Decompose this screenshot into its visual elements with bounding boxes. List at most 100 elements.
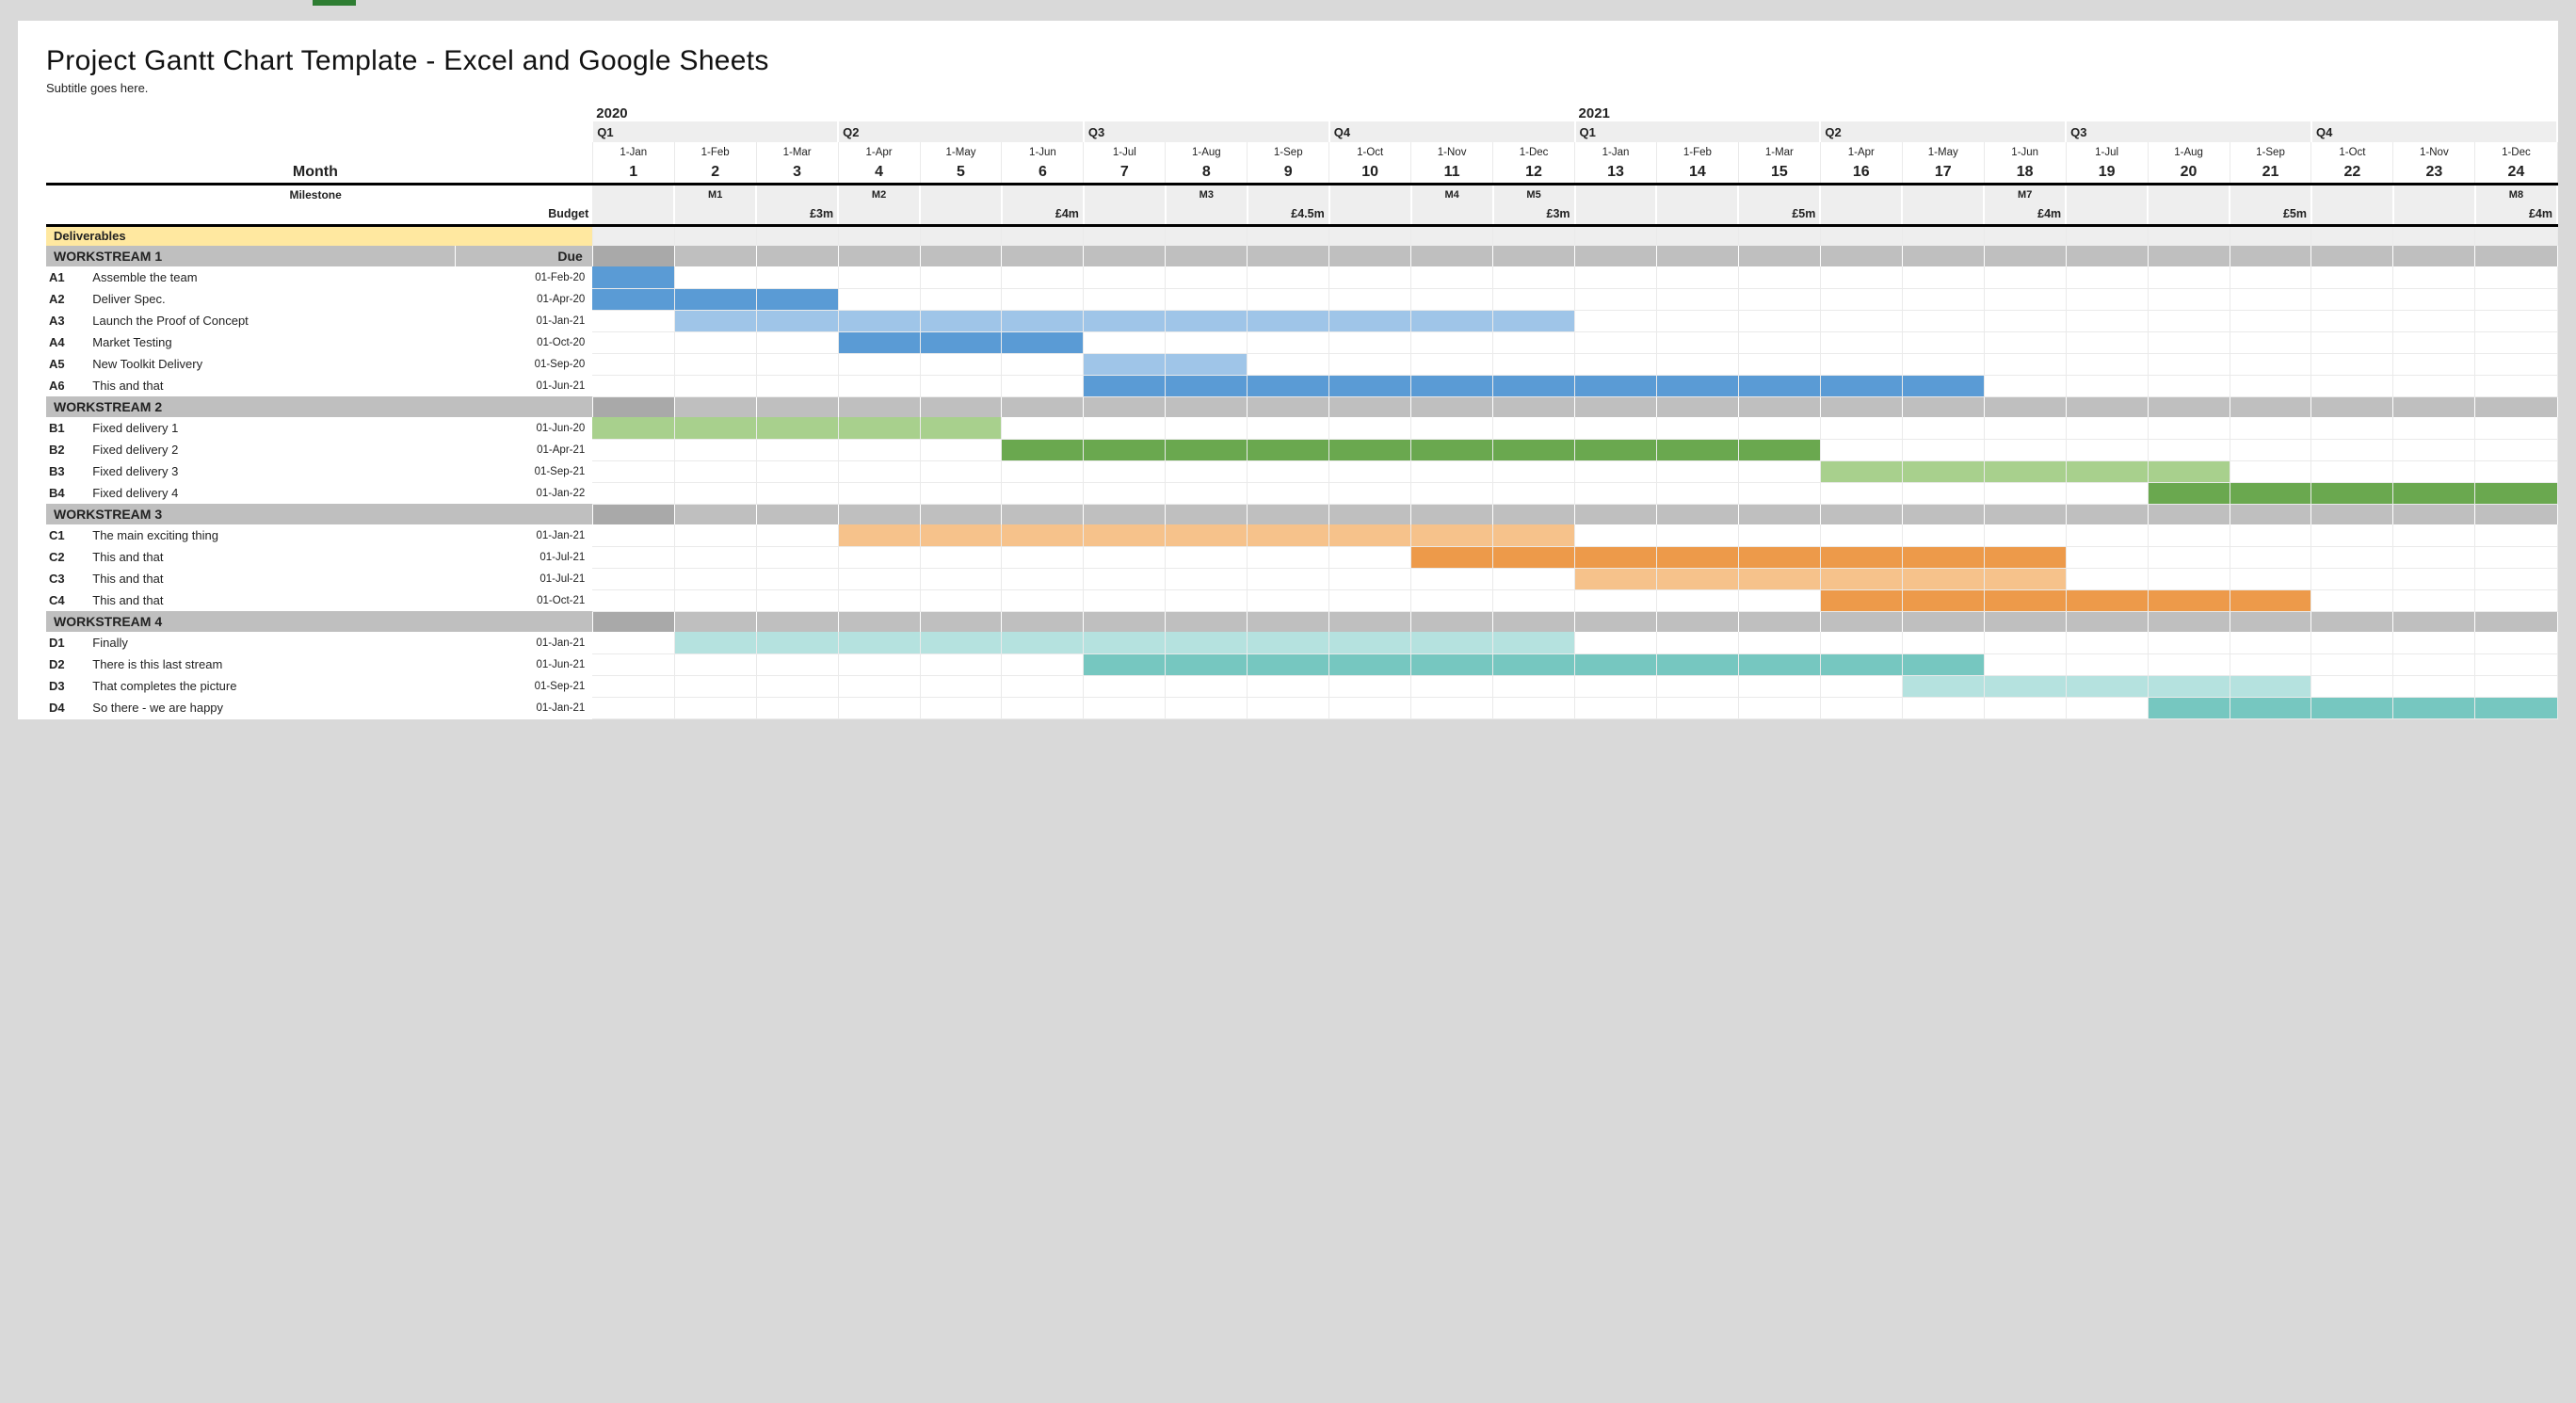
- gantt-bar-cell[interactable]: [1656, 375, 1738, 396]
- gantt-cell[interactable]: [920, 266, 1002, 288]
- gantt-cell[interactable]: [2475, 460, 2557, 482]
- gantt-cell[interactable]: [674, 331, 756, 353]
- gantt-cell[interactable]: [1575, 353, 1657, 375]
- gantt-cell[interactable]: [1411, 266, 1493, 288]
- gantt-cell[interactable]: [920, 697, 1002, 718]
- gantt-cell[interactable]: [1329, 288, 1411, 310]
- gantt-cell[interactable]: [674, 653, 756, 675]
- gantt-bar-cell[interactable]: [1411, 375, 1493, 396]
- gantt-cell[interactable]: [2148, 417, 2230, 439]
- gantt-cell[interactable]: [2475, 675, 2557, 697]
- gantt-cell[interactable]: [2393, 288, 2475, 310]
- gantt-bar-cell[interactable]: [1411, 546, 1493, 568]
- gantt-cell[interactable]: [1902, 632, 1984, 653]
- gantt-cell[interactable]: [1002, 482, 1084, 504]
- gantt-bar-cell[interactable]: [838, 310, 920, 331]
- gantt-bar-cell[interactable]: [1493, 524, 1575, 546]
- gantt-cell[interactable]: [920, 353, 1002, 375]
- gantt-cell[interactable]: [2148, 353, 2230, 375]
- gantt-bar-cell[interactable]: [1493, 546, 1575, 568]
- gantt-bar-cell[interactable]: [2148, 482, 2230, 504]
- gantt-cell[interactable]: [2066, 353, 2148, 375]
- gantt-bar-cell[interactable]: [1411, 524, 1493, 546]
- gantt-bar-cell[interactable]: [1411, 310, 1493, 331]
- gantt-cell[interactable]: [1738, 310, 1820, 331]
- gantt-bar-cell[interactable]: [1984, 675, 2066, 697]
- gantt-cell[interactable]: [1493, 675, 1575, 697]
- gantt-cell[interactable]: [1902, 482, 1984, 504]
- gantt-cell[interactable]: [1329, 568, 1411, 589]
- gantt-bar-cell[interactable]: [756, 288, 838, 310]
- gantt-cell[interactable]: [1002, 546, 1084, 568]
- gantt-cell[interactable]: [1411, 568, 1493, 589]
- gantt-cell[interactable]: [1575, 482, 1657, 504]
- gantt-cell[interactable]: [2311, 288, 2393, 310]
- gantt-cell[interactable]: [756, 675, 838, 697]
- gantt-cell[interactable]: [920, 653, 1002, 675]
- gantt-cell[interactable]: [1002, 417, 1084, 439]
- gantt-cell[interactable]: [1411, 331, 1493, 353]
- gantt-cell[interactable]: [592, 482, 674, 504]
- gantt-bar-cell[interactable]: [2475, 697, 2557, 718]
- gantt-bar-cell[interactable]: [1084, 375, 1166, 396]
- gantt-cell[interactable]: [1411, 675, 1493, 697]
- gantt-cell[interactable]: [2311, 568, 2393, 589]
- gantt-cell[interactable]: [592, 697, 674, 718]
- gantt-cell[interactable]: [592, 460, 674, 482]
- gantt-bar-cell[interactable]: [920, 310, 1002, 331]
- gantt-cell[interactable]: [1084, 460, 1166, 482]
- gantt-cell[interactable]: [2393, 266, 2475, 288]
- gantt-cell[interactable]: [2393, 439, 2475, 460]
- gantt-cell[interactable]: [2311, 417, 2393, 439]
- gantt-cell[interactable]: [1575, 675, 1657, 697]
- gantt-cell[interactable]: [1820, 310, 1902, 331]
- gantt-cell[interactable]: [2393, 675, 2475, 697]
- gantt-cell[interactable]: [756, 439, 838, 460]
- gantt-bar-cell[interactable]: [1984, 460, 2066, 482]
- gantt-bar-cell[interactable]: [1329, 310, 1411, 331]
- gantt-cell[interactable]: [2393, 589, 2475, 611]
- gantt-cell[interactable]: [1248, 331, 1329, 353]
- gantt-bar-cell[interactable]: [1002, 331, 1084, 353]
- gantt-bar-cell[interactable]: [1656, 439, 1738, 460]
- gantt-bar-cell[interactable]: [1738, 653, 1820, 675]
- gantt-cell[interactable]: [1902, 439, 1984, 460]
- gantt-bar-cell[interactable]: [1656, 653, 1738, 675]
- gantt-cell[interactable]: [756, 524, 838, 546]
- gantt-bar-cell[interactable]: [1820, 568, 1902, 589]
- gantt-cell[interactable]: [2230, 460, 2311, 482]
- gantt-cell[interactable]: [1329, 460, 1411, 482]
- gantt-cell[interactable]: [2393, 460, 2475, 482]
- gantt-cell[interactable]: [838, 288, 920, 310]
- gantt-cell[interactable]: [1166, 482, 1248, 504]
- gantt-cell[interactable]: [1575, 288, 1657, 310]
- gantt-cell[interactable]: [2393, 568, 2475, 589]
- gantt-bar-cell[interactable]: [1738, 546, 1820, 568]
- gantt-cell[interactable]: [592, 439, 674, 460]
- gantt-cell[interactable]: [1820, 417, 1902, 439]
- gantt-cell[interactable]: [1084, 482, 1166, 504]
- gantt-cell[interactable]: [2066, 331, 2148, 353]
- gantt-cell[interactable]: [592, 653, 674, 675]
- gantt-bar-cell[interactable]: [1411, 439, 1493, 460]
- gantt-cell[interactable]: [674, 675, 756, 697]
- gantt-bar-cell[interactable]: [920, 331, 1002, 353]
- gantt-cell[interactable]: [1329, 482, 1411, 504]
- gantt-bar-cell[interactable]: [1166, 632, 1248, 653]
- gantt-cell[interactable]: [1902, 697, 1984, 718]
- gantt-bar-cell[interactable]: [1738, 568, 1820, 589]
- gantt-cell[interactable]: [1575, 697, 1657, 718]
- gantt-cell[interactable]: [2475, 589, 2557, 611]
- gantt-cell[interactable]: [1820, 439, 1902, 460]
- gantt-cell[interactable]: [2475, 568, 2557, 589]
- gantt-cell[interactable]: [2475, 353, 2557, 375]
- gantt-bar-cell[interactable]: [1902, 460, 1984, 482]
- gantt-cell[interactable]: [2148, 632, 2230, 653]
- gantt-cell[interactable]: [1248, 546, 1329, 568]
- gantt-bar-cell[interactable]: [1902, 589, 1984, 611]
- gantt-cell[interactable]: [2148, 331, 2230, 353]
- gantt-cell[interactable]: [838, 375, 920, 396]
- gantt-cell[interactable]: [674, 439, 756, 460]
- gantt-cell[interactable]: [1002, 266, 1084, 288]
- gantt-cell[interactable]: [1984, 482, 2066, 504]
